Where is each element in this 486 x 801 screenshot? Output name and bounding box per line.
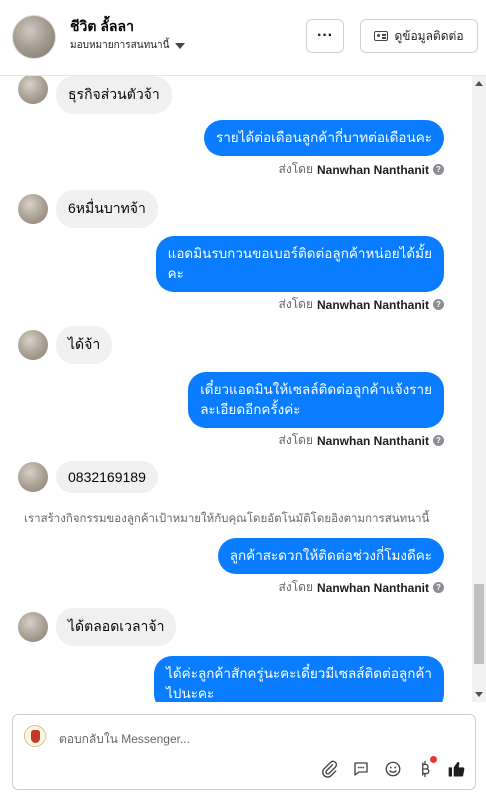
page-avatar bbox=[24, 725, 46, 747]
outgoing-bubble: แอดมินรบกวนขอเบอร์ติดต่อลูกค้าหน่อยได้มั… bbox=[155, 236, 444, 292]
incoming-message: ธุรกิจส่วนตัวจ้า bbox=[18, 76, 172, 114]
bubble-line: รายได้ต่อเดือนลูกค้ากี่บาทต่อเดือนคะ bbox=[215, 130, 432, 145]
contact-avatar-small bbox=[18, 462, 48, 492]
contact-avatar-small bbox=[18, 76, 48, 104]
outgoing-bubble: ลูกค้าสะดวกให้ติดต่อช่วงกี่โมงดีคะ bbox=[217, 538, 444, 574]
sent-by-label: ส่งโดย Nanwhan Nanthanit ? bbox=[279, 578, 444, 597]
contact-avatar-small bbox=[18, 194, 48, 224]
sent-by-label: ส่งโดย Nanwhan Nanthanit ? bbox=[279, 295, 444, 314]
chevron-down-icon bbox=[175, 42, 186, 49]
incoming-bubble: 0832169189 bbox=[56, 461, 158, 493]
help-icon[interactable]: ? bbox=[433, 299, 444, 310]
more-options-button[interactable]: ··· bbox=[306, 19, 344, 53]
incoming-message: ได้ตลอดเวลาจ้า bbox=[18, 608, 177, 646]
contact-name[interactable]: ชีวิต ลั้ลลา bbox=[70, 16, 134, 38]
message-thread: ธุรกิจส่วนตัวจ้า รายได้ต่อเดือนลูกค้ากี่… bbox=[0, 76, 472, 702]
conversation-header: ชีวิต ลั้ลลา มอบหมายการสนทนานี้ ··· ดูข้… bbox=[0, 0, 486, 76]
outgoing-bubble: รายได้ต่อเดือนลูกค้ากี่บาทต่อเดือนคะ bbox=[203, 120, 444, 156]
bubble-line: ละเอียดอีกครั้งค่ะ bbox=[200, 402, 301, 417]
like-icon[interactable] bbox=[447, 759, 467, 779]
bubble-line: เดี๋ยวแอดมินให้เซลล์ติดต่อลูกค้าแจ้งราย bbox=[200, 382, 432, 397]
sender-name: Nanwhan Nanthanit bbox=[316, 433, 429, 448]
sent-by-prefix: ส่งโดย bbox=[278, 580, 313, 594]
outgoing-bubble: ได้ค่ะลูกค้าสักครู่นะคะเดี๋ยวมีเซลส์ติดต… bbox=[154, 656, 444, 702]
bubble-line: ได้ค่ะลูกค้าสักครู่นะคะเดี๋ยวมีเซลส์ติดต… bbox=[166, 666, 432, 681]
sent-by-label: ส่งโดย Nanwhan Nanthanit ? bbox=[279, 431, 444, 450]
scroll-up-arrow-icon[interactable] bbox=[475, 81, 483, 86]
payment-icon[interactable] bbox=[415, 756, 437, 779]
help-icon[interactable]: ? bbox=[433, 164, 444, 175]
saved-replies-icon[interactable] bbox=[351, 759, 371, 779]
sent-by-prefix: ส่งโดย bbox=[278, 433, 313, 447]
attachment-icon[interactable] bbox=[319, 759, 339, 779]
assign-label: มอบหมายการสนทนานี้ bbox=[70, 40, 170, 51]
scroll-thumb[interactable] bbox=[474, 584, 484, 664]
sent-by-prefix: ส่งโดย bbox=[278, 297, 313, 311]
incoming-message: ได้จ้า bbox=[18, 326, 113, 364]
bubble-line: ลูกค้าสะดวกให้ติดต่อช่วงกี่โมงดีคะ bbox=[229, 548, 432, 563]
sender-name: Nanwhan Nanthanit bbox=[316, 580, 429, 595]
incoming-bubble: ได้จ้า bbox=[56, 326, 113, 364]
thread-scrollbar[interactable] bbox=[472, 76, 486, 702]
sender-name: Nanwhan Nanthanit bbox=[316, 162, 429, 177]
incoming-message: 0832169189 bbox=[18, 461, 158, 493]
help-icon[interactable]: ? bbox=[433, 435, 444, 446]
composer-toolbar bbox=[319, 756, 467, 779]
notification-dot bbox=[430, 756, 437, 763]
contact-card-icon bbox=[374, 31, 389, 41]
view-contact-info-button[interactable]: ดูข้อมูลติดต่อ bbox=[360, 19, 478, 53]
incoming-bubble: 6หมื่นบาทจ้า bbox=[56, 190, 158, 228]
reply-composer[interactable]: ตอบกลับใน Messenger... bbox=[12, 714, 476, 790]
reply-input[interactable]: ตอบกลับใน Messenger... bbox=[59, 730, 190, 749]
contact-avatar-small bbox=[18, 612, 48, 642]
assign-conversation-dropdown[interactable]: มอบหมายการสนทนานี้ bbox=[70, 38, 186, 53]
sent-by-label: ส่งโดย Nanwhan Nanthanit ? bbox=[279, 160, 444, 179]
scroll-down-arrow-icon[interactable] bbox=[475, 692, 483, 697]
contact-avatar-small bbox=[18, 330, 48, 360]
system-notice: เราสร้างกิจกรรมของลูกค้าเป้าหมายให้กับคุ… bbox=[24, 513, 430, 525]
outgoing-bubble: เดี๋ยวแอดมินให้เซลล์ติดต่อลูกค้าแจ้งราย … bbox=[188, 372, 444, 428]
incoming-bubble: ได้ตลอดเวลาจ้า bbox=[56, 608, 177, 646]
bubble-line: ไปนะคะ bbox=[166, 686, 215, 701]
help-icon[interactable]: ? bbox=[433, 582, 444, 593]
incoming-message: 6หมื่นบาทจ้า bbox=[18, 190, 158, 228]
sender-name: Nanwhan Nanthanit bbox=[316, 297, 429, 312]
bubble-line: แอดมินรบกวนขอเบอร์ติดต่อลูกค้าหน่อยได้มั… bbox=[167, 246, 432, 261]
incoming-bubble: ธุรกิจส่วนตัวจ้า bbox=[56, 76, 172, 114]
view-contact-info-label: ดูข้อมูลติดต่อ bbox=[394, 28, 464, 43]
sent-by-prefix: ส่งโดย bbox=[278, 162, 313, 176]
contact-avatar[interactable] bbox=[12, 15, 56, 59]
emoji-icon[interactable] bbox=[383, 759, 403, 779]
bubble-line: คะ bbox=[167, 266, 184, 281]
